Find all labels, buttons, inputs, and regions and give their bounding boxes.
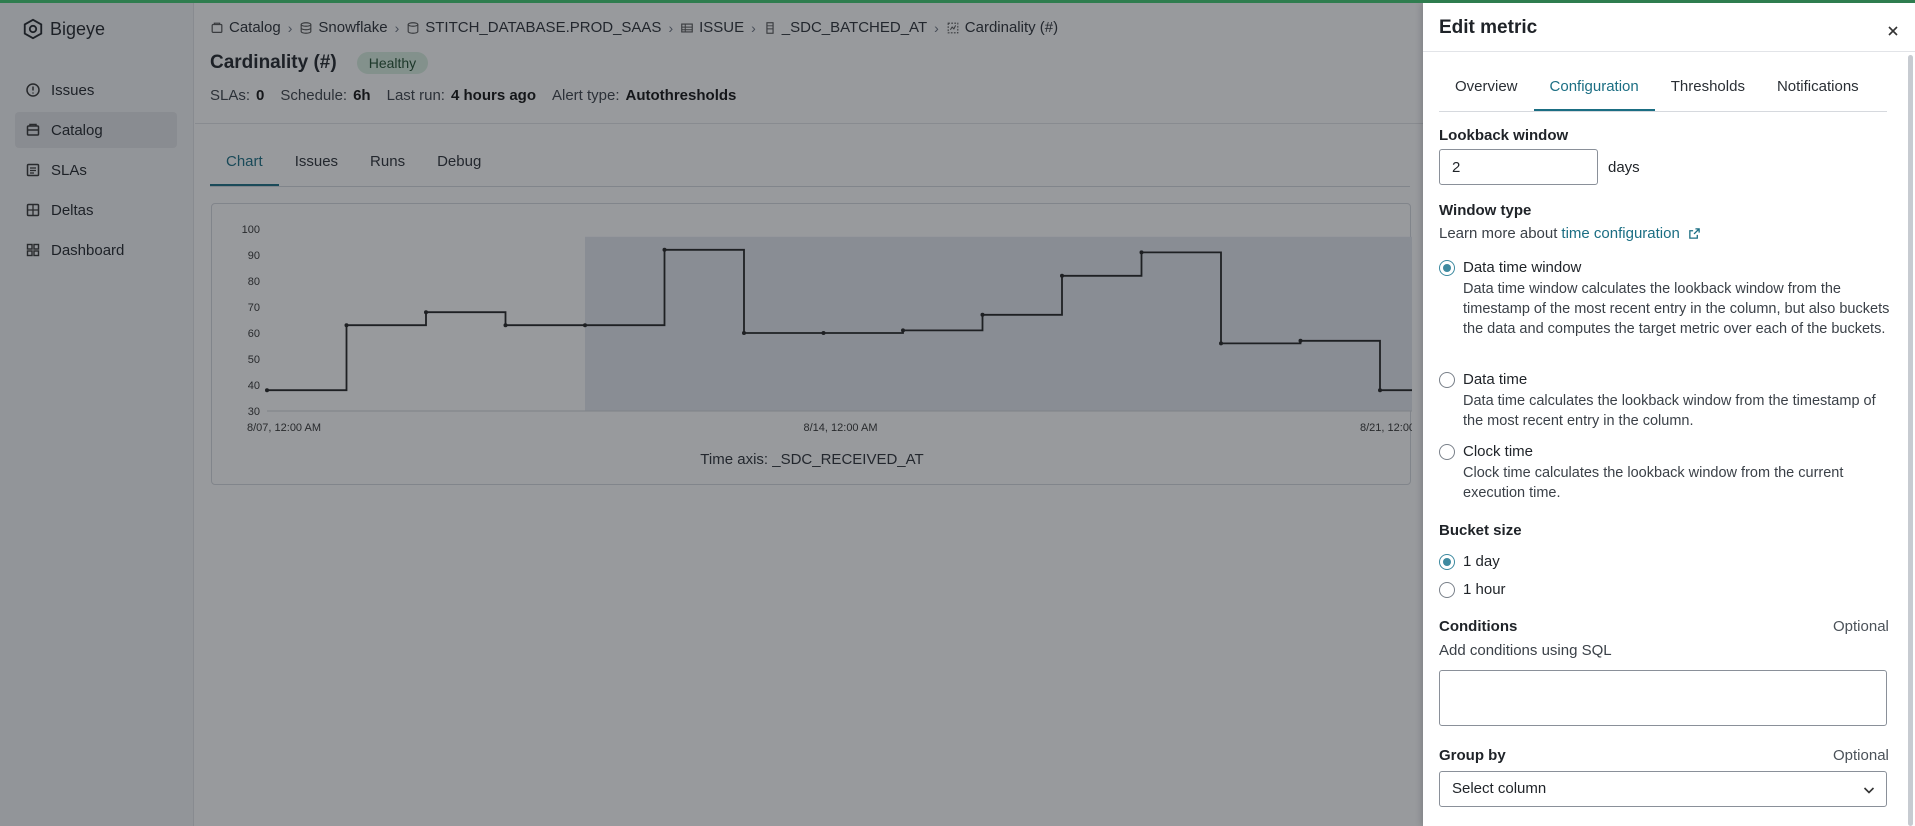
modal-overlay[interactable]: [0, 3, 1423, 826]
drawer-scrollbar[interactable]: [1908, 55, 1913, 826]
conditions-optional: Optional: [1833, 618, 1889, 635]
group-by-label: Group by: [1439, 747, 1506, 764]
tab-configuration[interactable]: Configuration: [1533, 66, 1655, 111]
radio-button[interactable]: [1439, 554, 1455, 570]
radio-description: Clock time calculates the lookback windo…: [1463, 465, 1844, 501]
radio-button[interactable]: [1439, 582, 1455, 598]
radio-label: Clock time: [1463, 443, 1534, 460]
tab-thresholds[interactable]: Thresholds: [1655, 66, 1761, 111]
radio-button[interactable]: [1439, 372, 1455, 388]
radio-label: 1 hour: [1463, 581, 1506, 598]
group-by-optional: Optional: [1833, 747, 1889, 764]
drawer-title: Edit metric: [1439, 17, 1538, 38]
conditions-sql-input[interactable]: [1439, 670, 1887, 726]
lookback-window-label: Lookback window: [1439, 127, 1569, 144]
top-accent-bar: [0, 0, 1915, 3]
group-by-placeholder: Select column: [1452, 780, 1547, 797]
external-link-icon[interactable]: [1688, 227, 1701, 240]
lookback-window-input[interactable]: [1439, 149, 1598, 185]
tab-overview[interactable]: Overview: [1439, 66, 1534, 111]
radio-description: Data time window calculates the lookback…: [1463, 281, 1890, 337]
conditions-hint: Add conditions using SQL: [1439, 642, 1612, 659]
conditions-label: Conditions: [1439, 618, 1518, 635]
edit-metric-drawer: Edit metric Overview Configuration Thres…: [1423, 3, 1915, 826]
radio-description: Data time calculates the lookback window…: [1463, 393, 1876, 429]
time-configuration-link[interactable]: time configuration: [1561, 225, 1679, 242]
radio-label: Data time: [1463, 371, 1528, 388]
radio-label: 1 day: [1463, 553, 1500, 570]
radio-button[interactable]: [1439, 444, 1455, 460]
drawer-header: Edit metric: [1423, 3, 1915, 52]
learn-more: Learn more about time configuration: [1439, 225, 1701, 242]
drawer-tabs: Overview Configuration Thresholds Notifi…: [1439, 66, 1887, 112]
bucket-size-label: Bucket size: [1439, 522, 1522, 539]
tab-notifications[interactable]: Notifications: [1761, 66, 1875, 111]
window-type-label: Window type: [1439, 202, 1532, 219]
lookback-unit: days: [1608, 159, 1640, 176]
chevron-down-icon: [1863, 787, 1875, 794]
radio-button[interactable]: [1439, 260, 1455, 276]
learn-more-prefix: Learn more about: [1439, 225, 1558, 242]
close-icon[interactable]: [1885, 23, 1901, 39]
radio-label: Data time window: [1463, 259, 1582, 276]
group-by-select[interactable]: Select column: [1439, 771, 1887, 807]
